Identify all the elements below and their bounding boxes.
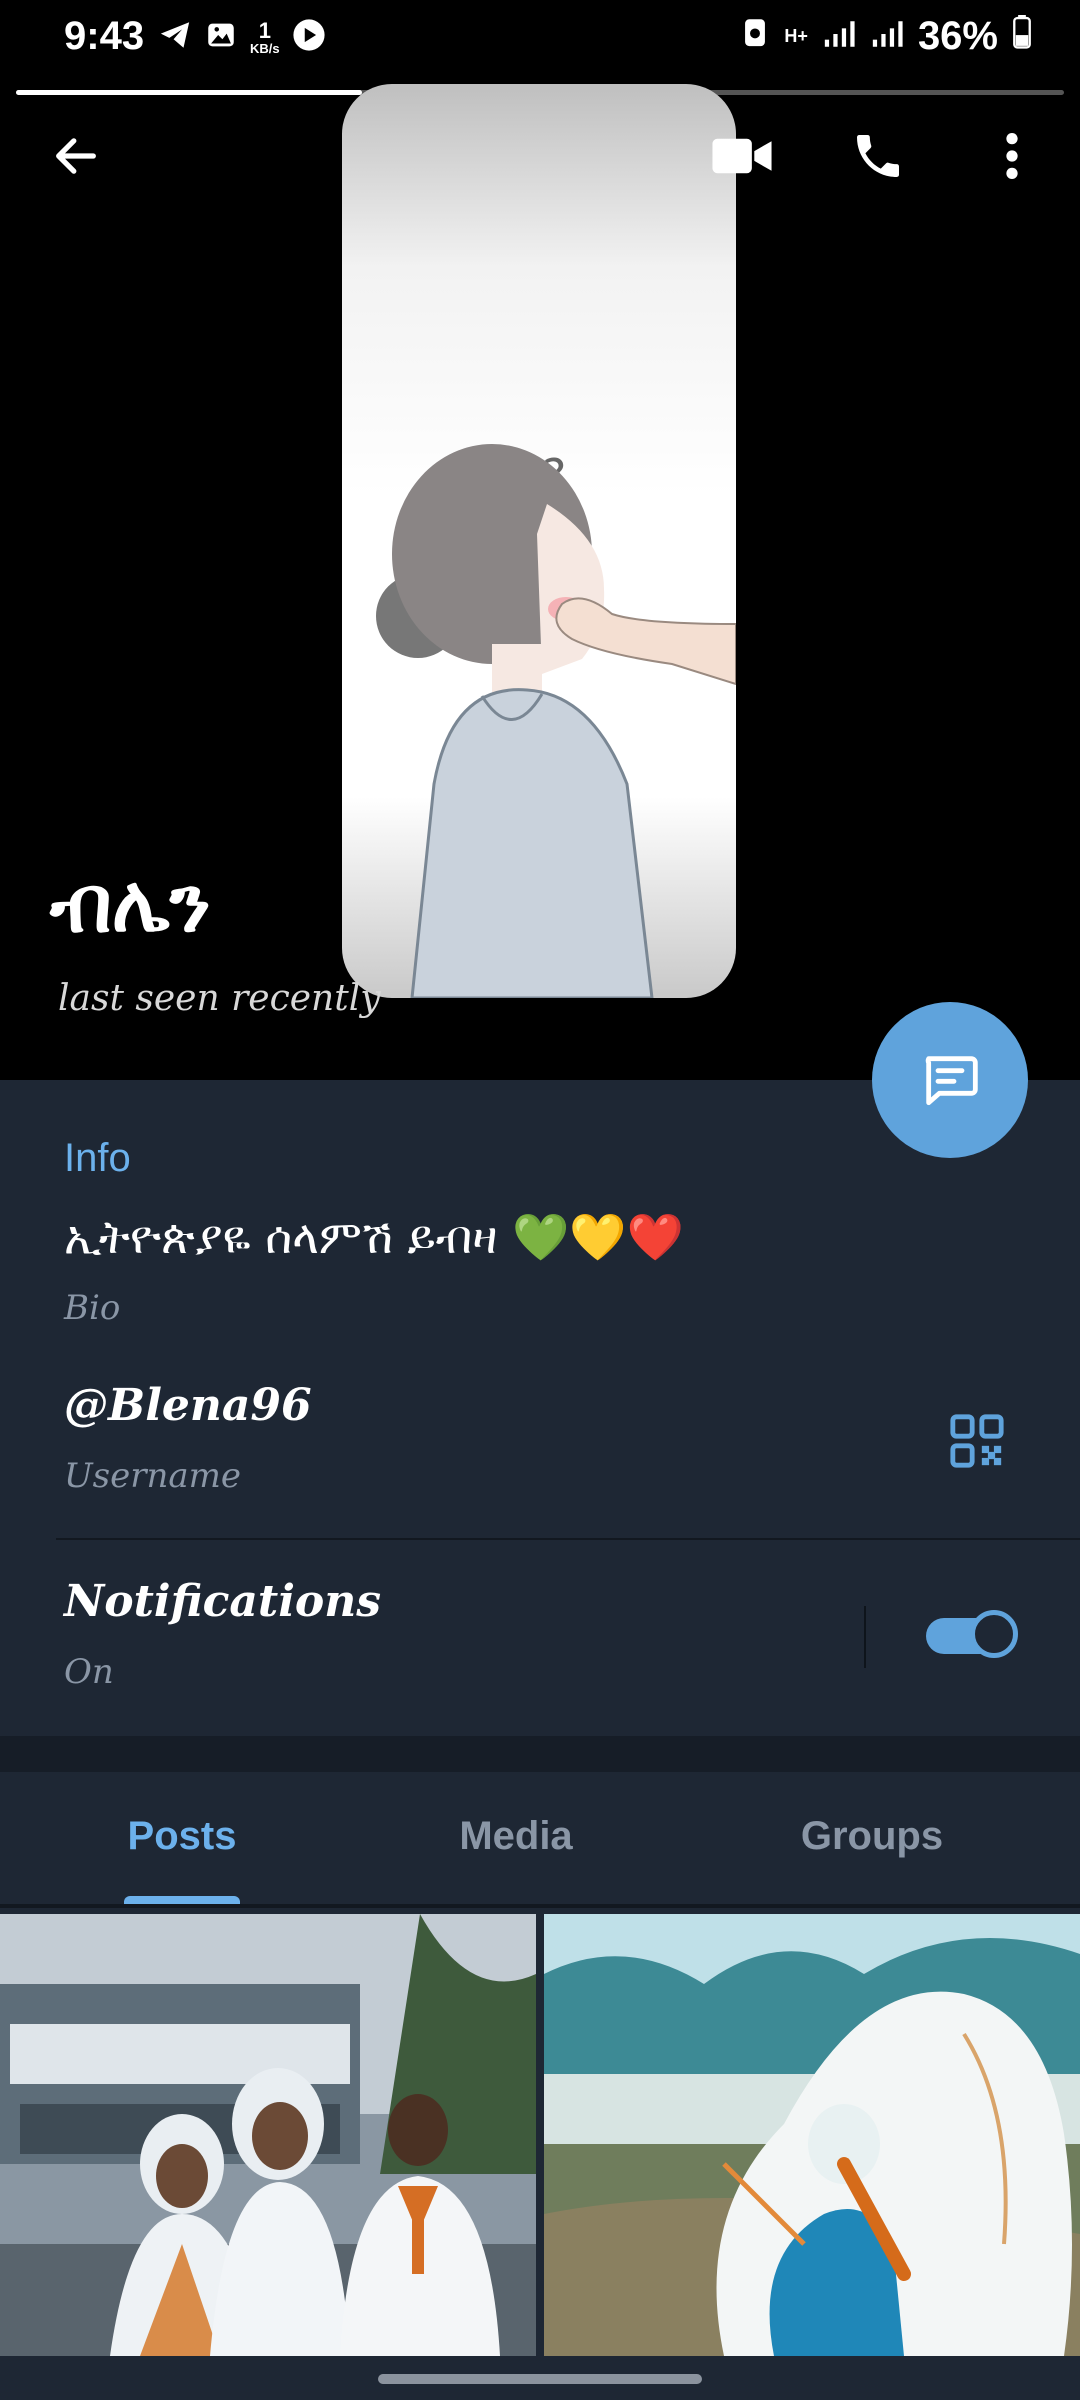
voice-call-button[interactable] <box>842 120 914 192</box>
qr-code-button[interactable] <box>948 1412 1012 1476</box>
back-button[interactable] <box>40 120 112 192</box>
video-camera-icon <box>712 138 772 174</box>
post-photo-prayer <box>544 1914 1080 2356</box>
tab-media[interactable]: Media <box>416 1814 616 1859</box>
post-thumbnail[interactable] <box>0 1914 536 2356</box>
profile-photo[interactable]: ? <box>342 84 736 998</box>
telegram-icon <box>158 18 192 57</box>
network-speed: 1 KB/s <box>250 18 280 56</box>
home-indicator[interactable] <box>378 2374 702 2384</box>
tab-posts[interactable]: Posts <box>82 1814 282 1859</box>
divider <box>56 1538 1080 1540</box>
status-time: 9:43 <box>64 14 145 58</box>
network-speed-unit: KB/s <box>250 41 280 56</box>
bio-value: ኢትዮጵያዬ ሰላምሽ ይብዛ 💚💛❤️ <box>64 1210 684 1264</box>
posts-grid <box>0 1914 1080 2356</box>
notifications-status: On <box>64 1652 114 1692</box>
profile-illustration: ? <box>376 444 736 998</box>
more-options-button[interactable] <box>976 120 1048 192</box>
divider <box>864 1606 866 1668</box>
arrow-left-icon <box>56 138 96 174</box>
section-separator <box>0 1736 1080 1772</box>
battery-icon <box>1012 14 1032 59</box>
qr-code-icon <box>950 1414 1004 1468</box>
saver-icon <box>740 14 770 59</box>
profile-tabs: Posts Media Groups <box>0 1772 1080 1908</box>
send-message-button[interactable] <box>872 1002 1028 1158</box>
tab-groups[interactable]: Groups <box>772 1814 972 1859</box>
status-system-icons: H+ 36% <box>740 14 1032 59</box>
network-type: H+ <box>784 26 808 46</box>
story-progress-fill <box>16 90 362 95</box>
bio-label: Bio <box>64 1288 121 1328</box>
toggle-knob <box>970 1610 1018 1658</box>
notifications-title: Notifications <box>64 1576 382 1627</box>
username-label: Username <box>64 1456 242 1496</box>
play-icon <box>292 18 326 57</box>
post-thumbnail[interactable] <box>544 1914 1080 2356</box>
message-icon <box>925 1056 978 1106</box>
battery-percent: 36% <box>917 14 998 58</box>
post-photo-group <box>0 1914 536 2356</box>
phone-icon <box>857 135 899 177</box>
network-speed-value: 1 <box>258 18 271 43</box>
notifications-toggle[interactable] <box>922 1608 1018 1664</box>
profile-name: ብሌን <box>50 860 211 950</box>
info-section: Info ኢትዮጵያዬ ሰላምሽ ይብዛ 💚💛❤️ Bio @Blena96 U… <box>0 1080 1080 1736</box>
video-call-button[interactable] <box>706 120 778 192</box>
signal-icon <box>822 14 856 59</box>
status-bar: 9:43 1 KB/s H+ 36% <box>0 0 1080 80</box>
info-section-title: Info <box>64 1136 131 1180</box>
divider <box>0 1904 1080 1908</box>
signal-icon <box>870 14 904 59</box>
status-notification-icons: 1 KB/s <box>158 18 326 57</box>
more-vertical-icon <box>1006 133 1018 179</box>
profile-header: 9:43 1 KB/s H+ 36% ብሌን last seen recentl… <box>0 0 1080 1080</box>
username-value: @Blena96 <box>64 1380 312 1431</box>
last-seen-status: last seen recently <box>58 978 381 1019</box>
gallery-icon <box>204 18 238 57</box>
